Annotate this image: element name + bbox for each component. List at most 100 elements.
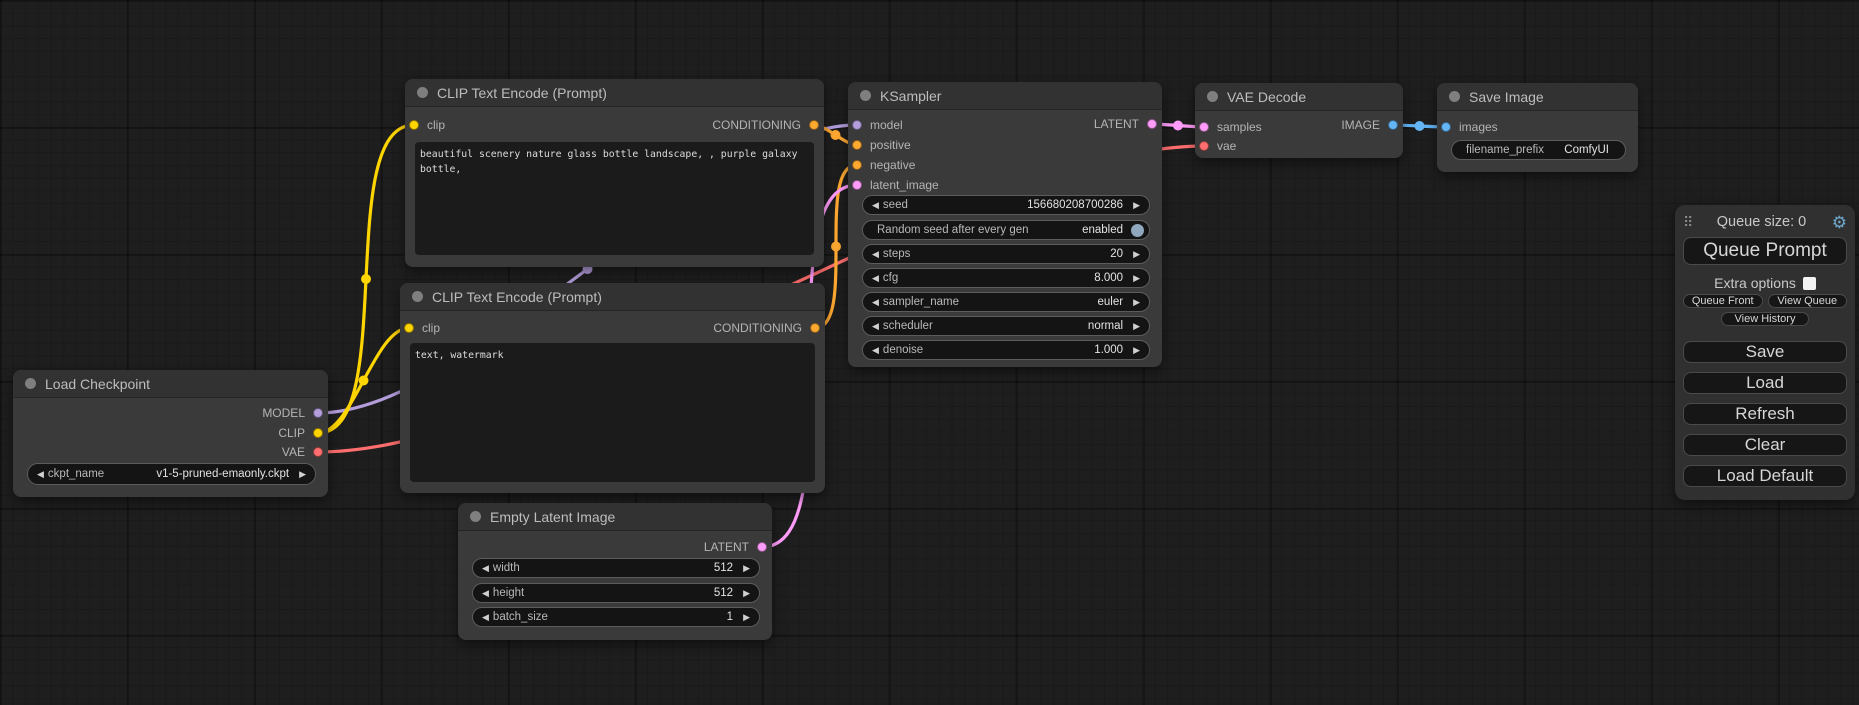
model-input-port[interactable] bbox=[852, 120, 862, 130]
node-title: VAE Decode bbox=[1227, 89, 1306, 105]
refresh-button[interactable]: Refresh bbox=[1683, 403, 1847, 425]
clip-input-port[interactable] bbox=[404, 323, 414, 333]
latent_image-input-port[interactable] bbox=[852, 180, 862, 190]
node-title-bar[interactable]: CLIP Text Encode (Prompt) bbox=[400, 283, 825, 311]
clear-button[interactable]: Clear bbox=[1683, 434, 1847, 456]
clip-input-port[interactable] bbox=[409, 120, 419, 130]
decrement-arrow-icon[interactable]: ◀ bbox=[863, 268, 883, 288]
widget-batch-size[interactable]: ◀batch_size1▶ bbox=[472, 607, 760, 627]
widget-denoise[interactable]: ◀denoise1.000▶ bbox=[862, 340, 1150, 360]
widget-random-seed-after-every-gen[interactable]: Random seed after every genenabled bbox=[862, 220, 1150, 240]
node-vae-decode[interactable]: VAE DecodesamplesvaeIMAGE bbox=[1195, 83, 1403, 158]
node-title-bar[interactable]: Empty Latent Image bbox=[458, 503, 772, 531]
widget-seed[interactable]: ◀seed156680208700286▶ bbox=[862, 195, 1150, 215]
extra-options-label: Extra options bbox=[1714, 275, 1796, 291]
widget-filename-prefix[interactable]: filename_prefixComfyUI bbox=[1451, 140, 1626, 160]
queue-panel: ⠿ Queue size: 0 ⚙ Queue Prompt Extra opt… bbox=[1675, 205, 1855, 500]
MODEL-output-port[interactable] bbox=[313, 408, 323, 418]
extra-options-checkbox[interactable] bbox=[1803, 277, 1816, 290]
output-slot-label: LATENT bbox=[1094, 117, 1139, 131]
negative-input-port[interactable] bbox=[852, 160, 862, 170]
decrement-arrow-icon[interactable]: ◀ bbox=[863, 316, 883, 336]
queue-prompt-button[interactable]: Queue Prompt bbox=[1683, 237, 1847, 265]
queue-front-button[interactable]: Queue Front bbox=[1683, 294, 1763, 308]
VAE-output-port[interactable] bbox=[313, 447, 323, 457]
widget-value: 512 bbox=[520, 562, 739, 574]
node-title-bar[interactable]: KSampler bbox=[848, 82, 1162, 110]
collapse-dot-icon[interactable] bbox=[417, 87, 428, 98]
toggle-on-icon[interactable] bbox=[1131, 224, 1144, 237]
widget-width[interactable]: ◀width512▶ bbox=[472, 558, 760, 578]
node-empty-latent-image[interactable]: Empty Latent ImageLATENT◀width512▶◀heigh… bbox=[458, 503, 772, 640]
positive-input-port[interactable] bbox=[852, 140, 862, 150]
collapse-dot-icon[interactable] bbox=[470, 511, 481, 522]
collapse-dot-icon[interactable] bbox=[25, 378, 36, 389]
load-default-button[interactable]: Load Default bbox=[1683, 465, 1847, 487]
CLIP-output-port[interactable] bbox=[313, 428, 323, 438]
view-history-button[interactable]: View History bbox=[1721, 312, 1809, 326]
LATENT-output-port[interactable] bbox=[1147, 119, 1157, 129]
increment-arrow-icon[interactable]: ▶ bbox=[1129, 316, 1149, 336]
node-graph-canvas[interactable]: Load CheckpointMODELCLIPVAE◀ckpt_namev1-… bbox=[0, 0, 1859, 705]
view-queue-button[interactable]: View Queue bbox=[1768, 294, 1848, 308]
increment-arrow-icon[interactable]: ▶ bbox=[739, 607, 759, 627]
output-slot-VAE: VAE bbox=[282, 443, 323, 461]
widget-ckpt-name[interactable]: ◀ckpt_namev1-5-pruned-emaonly.ckpt▶ bbox=[27, 463, 316, 485]
decrement-arrow-icon[interactable]: ◀ bbox=[473, 607, 493, 627]
widget-label: height bbox=[493, 587, 524, 599]
widget-value: 20 bbox=[910, 248, 1129, 260]
decrement-arrow-icon[interactable]: ◀ bbox=[473, 558, 493, 578]
node-clip-text-encode-positive[interactable]: CLIP Text Encode (Prompt)clipCONDITIONIN… bbox=[405, 79, 824, 267]
collapse-dot-icon[interactable] bbox=[412, 291, 423, 302]
increment-arrow-icon[interactable]: ▶ bbox=[1129, 340, 1149, 360]
widget-sampler-name[interactable]: ◀sampler_nameeuler▶ bbox=[862, 292, 1150, 312]
collapse-dot-icon[interactable] bbox=[860, 90, 871, 101]
widget-cfg[interactable]: ◀cfg8.000▶ bbox=[862, 268, 1150, 288]
widget-steps[interactable]: ◀steps20▶ bbox=[862, 244, 1150, 264]
images-input-port[interactable] bbox=[1441, 122, 1451, 132]
increment-arrow-icon[interactable]: ▶ bbox=[739, 558, 759, 578]
decrement-arrow-icon[interactable]: ◀ bbox=[863, 195, 883, 215]
increment-arrow-icon[interactable]: ▶ bbox=[1129, 292, 1149, 312]
save-button[interactable]: Save bbox=[1683, 341, 1847, 363]
load-button[interactable]: Load bbox=[1683, 372, 1847, 394]
input-slot-samples: samples bbox=[1199, 118, 1262, 136]
increment-arrow-icon[interactable]: ▶ bbox=[1129, 244, 1149, 264]
node-title-bar[interactable]: Load Checkpoint bbox=[13, 370, 328, 398]
node-title-bar[interactable]: VAE Decode bbox=[1195, 83, 1403, 111]
decrement-arrow-icon[interactable]: ◀ bbox=[863, 340, 883, 360]
CONDITIONING-output-port[interactable] bbox=[810, 323, 820, 333]
decrement-arrow-icon[interactable]: ◀ bbox=[863, 292, 883, 312]
LATENT-output-port[interactable] bbox=[757, 542, 767, 552]
increment-arrow-icon[interactable]: ▶ bbox=[1129, 195, 1149, 215]
widget-height[interactable]: ◀height512▶ bbox=[472, 583, 760, 603]
input-slot-label: vae bbox=[1217, 139, 1236, 153]
IMAGE-output-port[interactable] bbox=[1388, 120, 1398, 130]
increment-arrow-icon[interactable]: ▶ bbox=[1129, 268, 1149, 288]
output-slot-label: CLIP bbox=[278, 426, 305, 440]
node-save-image[interactable]: Save Imageimagesfilename_prefixComfyUI bbox=[1437, 83, 1638, 172]
node-load-checkpoint[interactable]: Load CheckpointMODELCLIPVAE◀ckpt_namev1-… bbox=[13, 370, 328, 497]
node-title-bar[interactable]: Save Image bbox=[1437, 83, 1638, 111]
node-title: Load Checkpoint bbox=[45, 376, 150, 392]
prompt-textarea[interactable]: beautiful scenery nature glass bottle la… bbox=[415, 142, 814, 255]
samples-input-port[interactable] bbox=[1199, 122, 1209, 132]
node-ksampler[interactable]: KSamplermodelpositivenegativelatent_imag… bbox=[848, 82, 1162, 367]
CONDITIONING-output-port[interactable] bbox=[809, 120, 819, 130]
collapse-dot-icon[interactable] bbox=[1207, 91, 1218, 102]
decrement-arrow-icon[interactable]: ◀ bbox=[863, 244, 883, 264]
node-clip-text-encode-negative[interactable]: CLIP Text Encode (Prompt)clipCONDITIONIN… bbox=[400, 283, 825, 493]
vae-input-port[interactable] bbox=[1199, 141, 1209, 151]
settings-gear-icon[interactable]: ⚙ bbox=[1832, 214, 1847, 231]
prompt-textarea[interactable]: text, watermark bbox=[410, 343, 815, 482]
decrement-arrow-icon[interactable]: ◀ bbox=[473, 583, 493, 603]
decrement-arrow-icon[interactable]: ◀ bbox=[28, 464, 48, 484]
increment-arrow-icon[interactable]: ▶ bbox=[739, 583, 759, 603]
drag-handle-icon[interactable]: ⠿ bbox=[1683, 214, 1691, 231]
widget-scheduler[interactable]: ◀schedulernormal▶ bbox=[862, 316, 1150, 336]
queue-size-label: Queue size: 0 bbox=[1691, 214, 1831, 230]
collapse-dot-icon[interactable] bbox=[1449, 91, 1460, 102]
widget-label: sampler_name bbox=[883, 296, 959, 308]
node-title-bar[interactable]: CLIP Text Encode (Prompt) bbox=[405, 79, 824, 107]
increment-arrow-icon[interactable]: ▶ bbox=[295, 464, 315, 484]
